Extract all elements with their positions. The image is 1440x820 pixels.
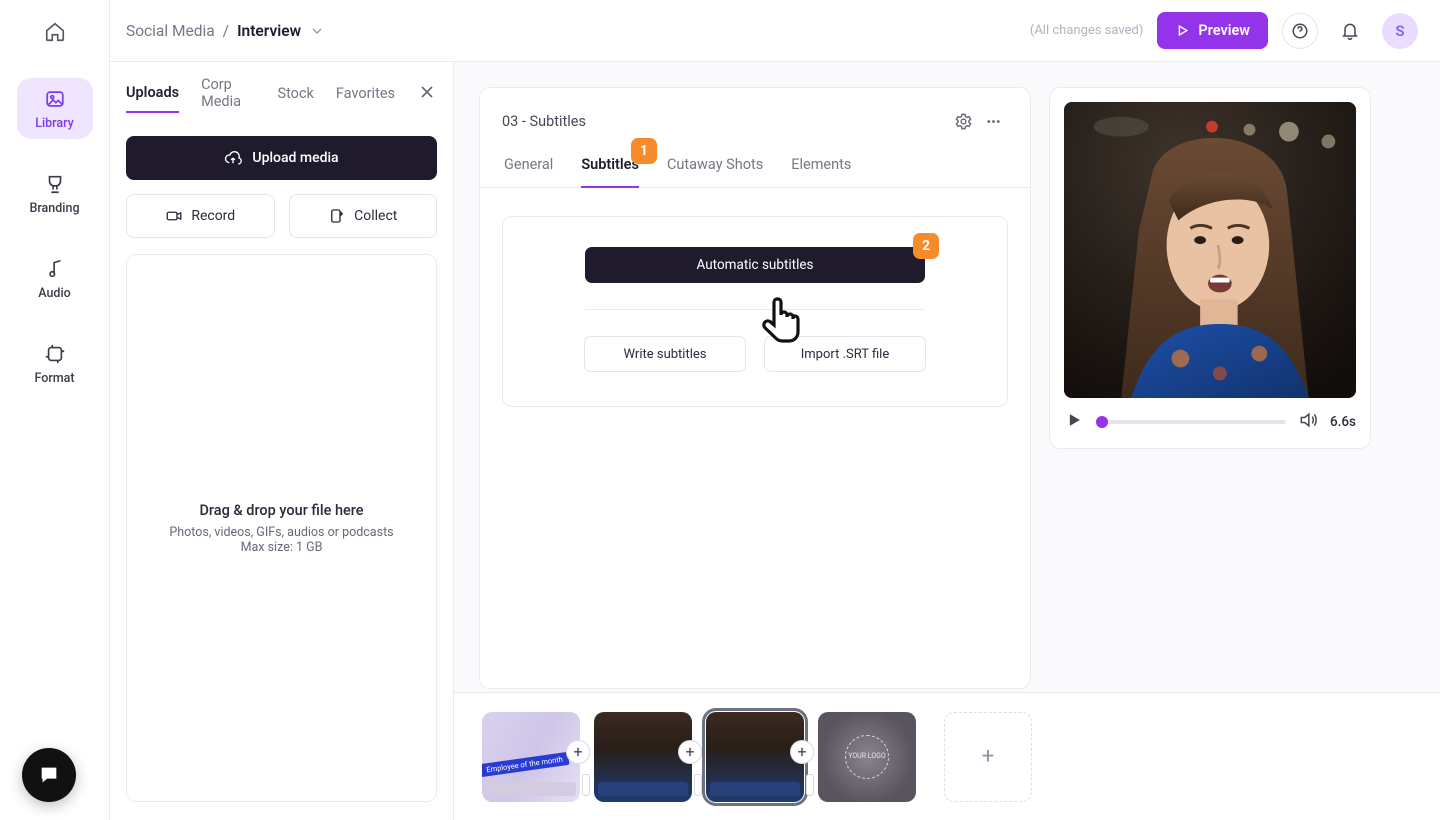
add-clip-button[interactable]: + [944,712,1032,802]
breadcrumb-parent: Social Media [126,22,215,40]
avatar[interactable]: S [1382,13,1418,49]
save-status: (All changes saved) [1030,23,1143,38]
editor-card: 03 - Subtitles General [480,88,1030,688]
drop-sub1: Photos, videos, GIFs, audios or podcasts [169,525,393,540]
volume-button[interactable] [1298,410,1318,434]
callout-badge-2: 2 [913,233,939,259]
play-icon [1175,23,1190,38]
timeline-clip[interactable]: Employee of the month + [482,712,580,802]
etab-cutaway[interactable]: Cutaway Shots [667,156,763,187]
left-sidebar: Library Branding Audio Format [0,0,110,820]
preview-card: 6.6s [1050,88,1370,448]
record-button[interactable]: Record [126,194,275,238]
automatic-subtitles-button[interactable]: Automatic subtitles 2 [585,247,925,283]
editor-tabs: General Subtitles 1 Cutaway Shots Elemen… [480,146,1030,188]
close-icon [417,82,437,102]
preview-button-label: Preview [1198,22,1250,39]
upload-media-button[interactable]: Upload media [126,136,437,180]
insert-handle[interactable]: + [790,740,814,764]
record-label: Record [191,208,235,224]
close-panel-button[interactable] [417,82,437,106]
editor-settings-button[interactable] [948,106,978,136]
progress-handle[interactable] [1096,416,1108,428]
clip-banner: Employee of the month [482,751,570,776]
camera-icon [165,207,183,225]
nav-audio[interactable]: Audio [17,248,93,309]
crop-icon [44,343,66,365]
preview-button[interactable]: Preview [1157,12,1268,49]
chat-icon [38,764,60,786]
topbar: Social Media / Interview (All changes sa… [110,0,1440,62]
music-note-icon [44,258,66,280]
gap-handle[interactable] [582,774,590,796]
write-subtitles-button[interactable]: Write subtitles [584,336,746,372]
editor-more-button[interactable] [978,106,1008,136]
chevron-down-icon [309,23,325,39]
bell-icon [1340,21,1360,41]
subtitles-options: Automatic subtitles 2 Write subtitles Im… [502,216,1008,407]
nav-label: Branding [29,201,79,216]
duration-label: 6.6s [1330,414,1356,430]
insert-handle[interactable]: + [566,740,590,764]
progress-bar[interactable] [1096,420,1286,424]
nav-format[interactable]: Format [17,333,93,394]
gear-icon [954,112,973,131]
collect-label: Collect [354,208,397,224]
dropzone[interactable]: Drag & drop your file here Photos, video… [126,254,437,802]
callout-badge-1: 1 [631,138,657,164]
timeline-clip[interactable]: + [594,712,692,802]
nav-branding[interactable]: Branding [17,163,93,224]
timeline: Employee of the month + + + [454,692,1440,820]
home-button[interactable] [37,14,73,50]
timeline-clip[interactable]: YOUR LOGO [818,712,916,802]
help-button[interactable] [1282,13,1318,49]
divider [585,309,925,310]
nav-label: Audio [38,286,71,301]
gap-handle[interactable] [806,774,814,796]
nav-label: Format [34,371,74,386]
upload-label: Upload media [252,150,338,166]
etab-elements[interactable]: Elements [791,156,851,187]
clip-logo-text: YOUR LOGO [845,735,889,779]
pointer-cursor-icon [759,295,807,353]
preview-thumbnail[interactable] [1064,102,1356,398]
tab-uploads[interactable]: Uploads [126,84,179,113]
collect-button[interactable]: Collect [289,194,438,238]
question-icon [1291,22,1309,40]
tab-corp-media[interactable]: Corp Media [201,76,255,120]
more-icon [984,112,1003,131]
panel-tabs: Uploads Corp Media Stock Favorites [126,76,437,120]
etab-general[interactable]: General [504,156,553,187]
etab-subtitles[interactable]: Subtitles 1 [581,156,639,187]
tab-stock[interactable]: Stock [277,85,313,112]
play-icon [1064,410,1084,430]
timeline-clip[interactable]: + [706,712,804,802]
collect-icon [328,207,346,225]
breadcrumb-sep: / [223,22,229,40]
nav-library[interactable]: Library [17,78,93,139]
home-icon [44,21,66,43]
image-icon [44,88,66,110]
gap-handle[interactable] [694,774,702,796]
play-button[interactable] [1064,410,1084,434]
breadcrumb[interactable]: Social Media / Interview [126,22,325,40]
cloud-upload-icon [224,149,242,167]
breadcrumb-current: Interview [237,22,301,40]
notifications-button[interactable] [1332,13,1368,49]
library-panel: Uploads Corp Media Stock Favorites Uploa… [110,62,454,820]
volume-icon [1298,410,1318,430]
insert-handle[interactable]: + [678,740,702,764]
drop-sub2: Max size: 1 GB [241,540,323,555]
brush-icon [44,173,66,195]
drop-title: Drag & drop your file here [199,502,363,519]
nav-label: Library [35,116,74,131]
chat-button[interactable] [22,748,76,802]
tab-favorites[interactable]: Favorites [336,85,395,112]
editor-title: 03 - Subtitles [502,113,586,130]
